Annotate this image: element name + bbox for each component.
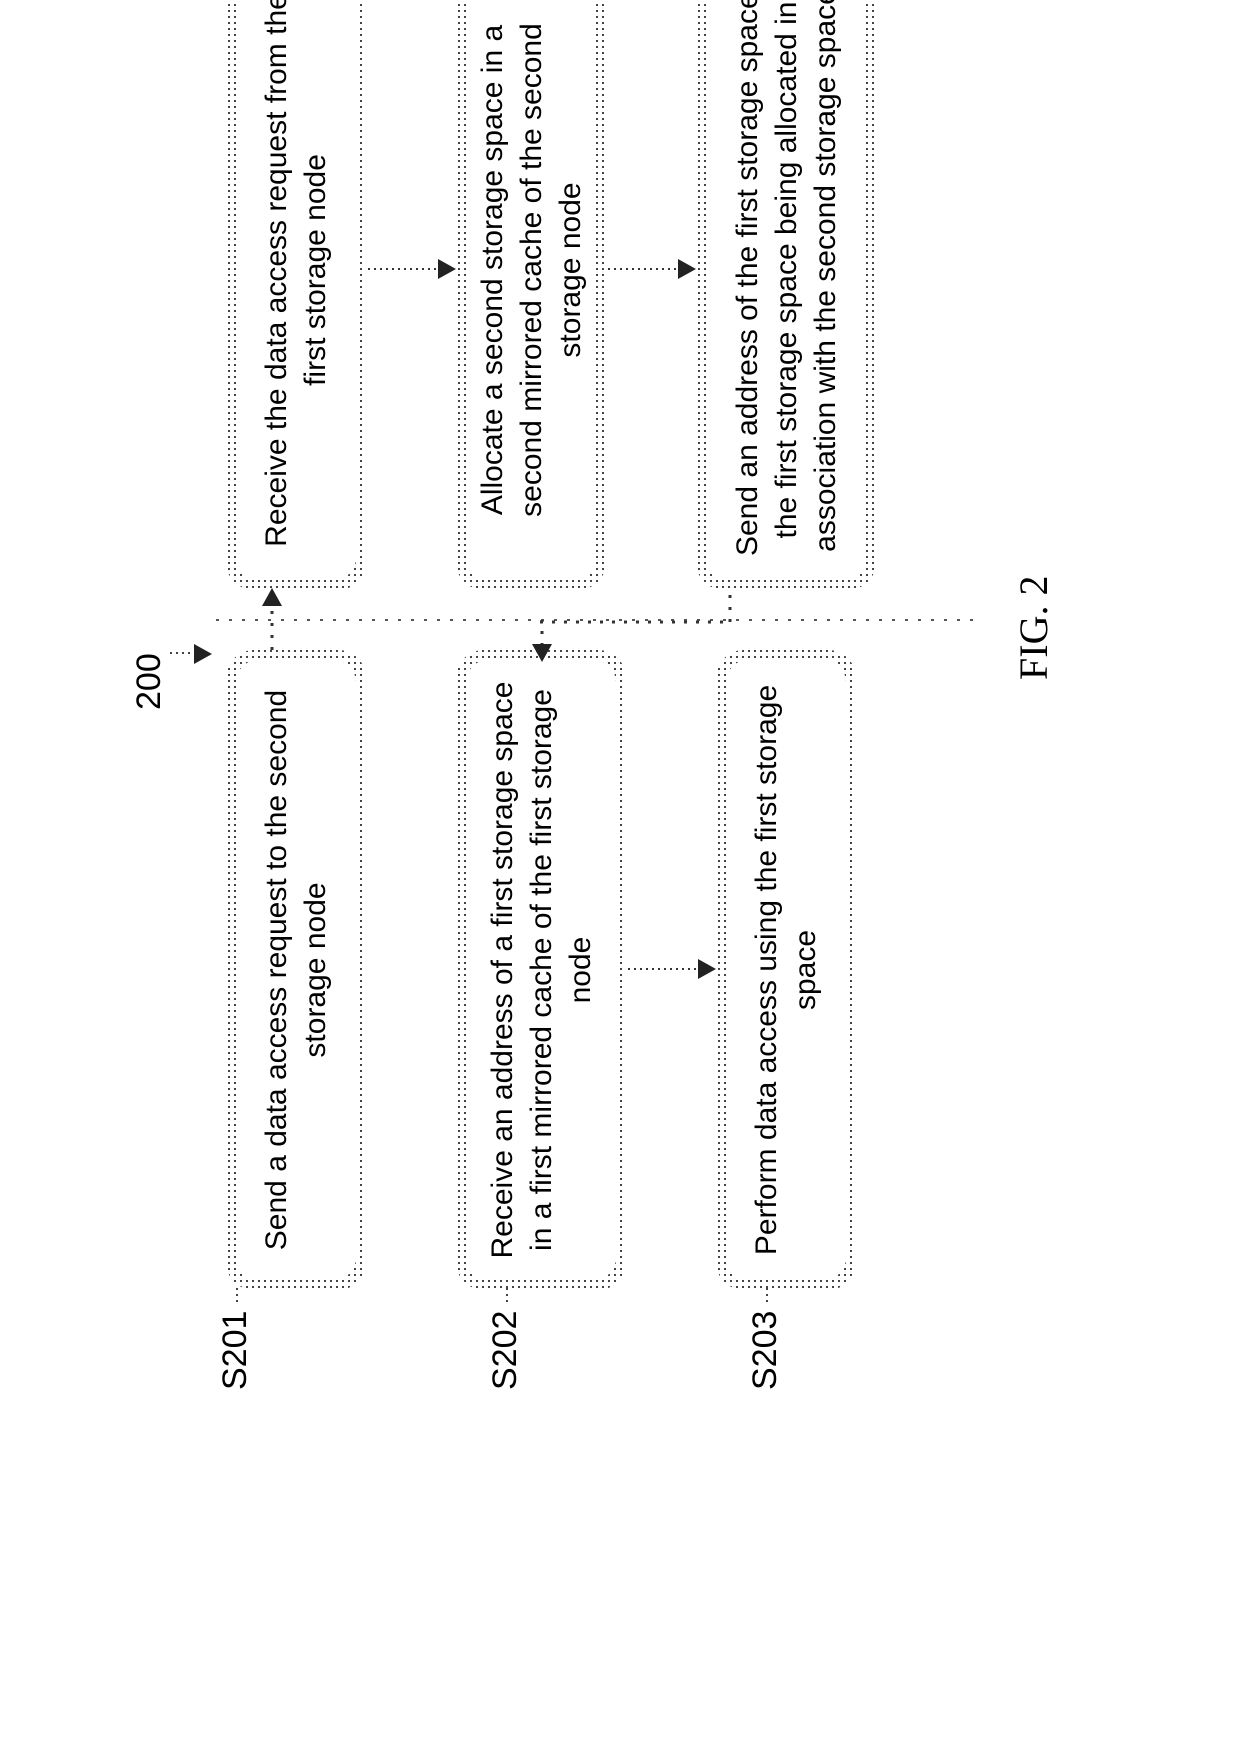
step-s201-id: S201 xyxy=(216,1311,255,1390)
s201-tick xyxy=(234,1288,240,1304)
figure-label: FIG. 2 xyxy=(1010,576,1057,680)
edge-s213-s202-start xyxy=(728,588,732,622)
s202-tick xyxy=(504,1288,510,1304)
flowchart-200: 200 Send a data access request to the se… xyxy=(0,0,1240,1500)
step-s202-id: S202 xyxy=(486,1311,525,1390)
step-s211-text: Receive the data access request from the… xyxy=(236,0,356,580)
s203-tick xyxy=(764,1288,770,1304)
edge-s212-s213-head-icon xyxy=(678,259,696,279)
step-s203: Perform data access using the first stor… xyxy=(716,650,856,1290)
step-s203-id: S203 xyxy=(746,1311,785,1390)
edge-s201-s211-head-icon xyxy=(262,588,282,606)
step-s212-text: Allocate a second storage space in a sec… xyxy=(466,0,596,580)
step-s202: Receive an address of a first storage sp… xyxy=(456,650,626,1290)
diagram-ref-200: 200 xyxy=(130,653,169,710)
step-s201: Send a data access request to the second… xyxy=(226,650,366,1290)
step-s213: Send an address of the first storage spa… xyxy=(696,0,876,590)
edge-s212-s213 xyxy=(606,266,678,272)
edge-s211-s212-head-icon xyxy=(438,259,456,279)
step-s211: Receive the data access request from the… xyxy=(226,0,366,590)
edge-s202-s203-head-icon xyxy=(698,959,716,979)
step-s202-text: Receive an address of a first storage sp… xyxy=(466,660,616,1280)
ref-pointer-line xyxy=(168,652,194,656)
ref-pointer-head-icon xyxy=(194,644,212,664)
step-s213-text: Send an address of the first storage spa… xyxy=(706,0,866,580)
edge-s213-s202-vert xyxy=(540,620,730,624)
step-s212: Allocate a second storage space in a sec… xyxy=(456,0,606,590)
step-s203-text: Perform data access using the first stor… xyxy=(726,660,846,1280)
edge-s213-s202-head-icon xyxy=(532,644,552,662)
edge-s213-s202-horz xyxy=(540,620,544,646)
edge-s211-s212 xyxy=(366,266,438,272)
step-s201-text: Send a data access request to the second… xyxy=(236,660,356,1280)
edge-s202-s203 xyxy=(626,966,698,972)
